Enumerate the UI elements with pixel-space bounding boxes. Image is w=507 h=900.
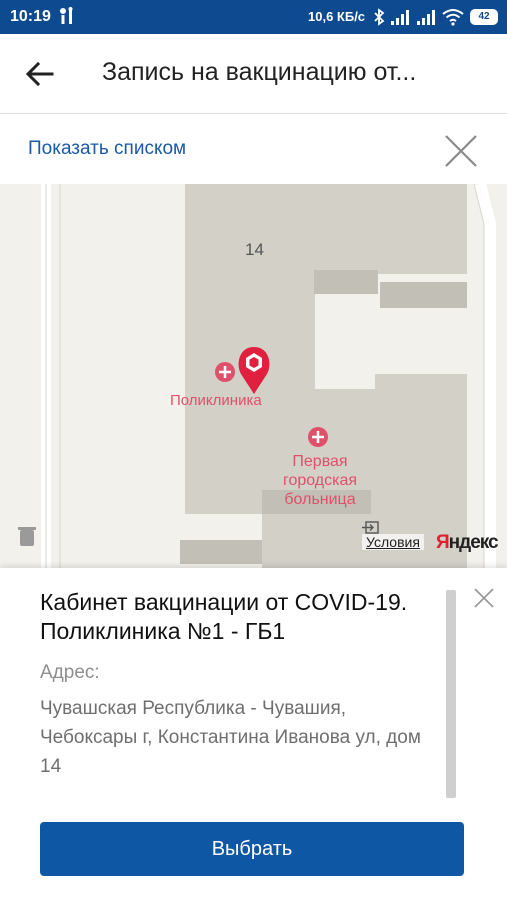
place-card: Кабинет вакцинации от COVID-19. Поликлин… — [0, 568, 507, 900]
yandex-logo-rest: ндекс — [448, 532, 499, 553]
place-title: Кабинет вакцинации от COVID-19. Поликлин… — [40, 589, 408, 644]
close-card-icon[interactable] — [472, 586, 496, 610]
card-scrollbar[interactable] — [446, 590, 456, 798]
notification-icon — [60, 7, 73, 24]
back-arrow-icon[interactable] — [22, 56, 58, 92]
network-speed: 10,6 КБ/с — [308, 9, 366, 24]
map-view[interactable]: 14 Поликлиника Первая городская больница… — [0, 184, 507, 568]
yandex-logo: Яндекс — [436, 532, 499, 554]
polyclinic-label: Поликлиника — [170, 392, 262, 409]
close-map-icon[interactable] — [442, 132, 480, 170]
house-number-label: 14 — [245, 240, 264, 259]
bluetooth-icon — [374, 8, 385, 26]
address-label: Адрес: — [40, 662, 100, 683]
wifi-icon — [442, 9, 464, 26]
page-title: Запись на вакцинацию от... — [102, 58, 417, 86]
waste-bin-icon — [18, 527, 36, 546]
list-toggle-row: Показать списком — [0, 114, 507, 184]
show-as-list-link[interactable]: Показать списком — [28, 138, 186, 160]
signal-icon — [391, 10, 409, 25]
address-value: Чувашская Республика - Чувашия, Чебоксар… — [40, 698, 421, 777]
status-time: 10:19 — [10, 8, 51, 25]
status-bar: 10:19 10,6 КБ/с 42 — [0, 0, 507, 34]
yandex-logo-first-letter: Я — [436, 532, 450, 553]
hospital-label: Первая городская больница — [282, 453, 358, 508]
battery-indicator: 42 — [470, 9, 498, 25]
signal-icon-2 — [417, 10, 435, 25]
select-button[interactable]: Выбрать — [40, 822, 464, 876]
terms-link[interactable]: Условия — [362, 534, 424, 550]
app-bar: Запись на вакцинацию от... — [0, 34, 507, 114]
